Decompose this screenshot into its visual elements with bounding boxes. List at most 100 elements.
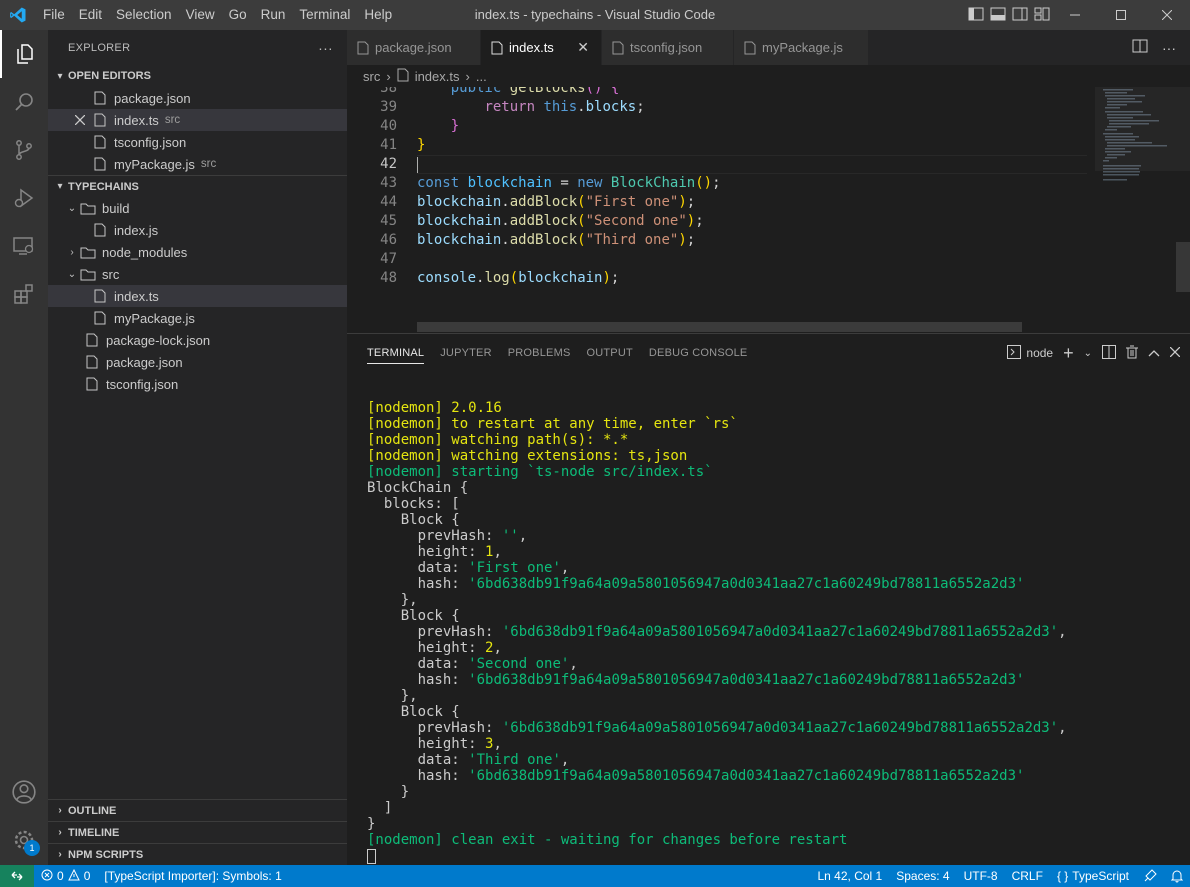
tab-package-json[interactable]: package.json bbox=[347, 30, 481, 65]
outline-section[interactable]: › OUTLINE bbox=[48, 799, 347, 821]
accounts-icon[interactable] bbox=[0, 768, 48, 816]
close-tab-icon[interactable]: ✕ bbox=[559, 39, 589, 56]
line-number: 38 bbox=[380, 87, 397, 96]
file-icon bbox=[491, 41, 503, 55]
menu-file[interactable]: File bbox=[36, 0, 72, 30]
open-editor-package-json[interactable]: package.json bbox=[48, 87, 347, 109]
menu-edit[interactable]: Edit bbox=[72, 0, 109, 30]
open-editor-label: index.ts bbox=[114, 112, 159, 128]
close-editor-icon[interactable] bbox=[72, 112, 88, 128]
indentation[interactable]: Spaces: 4 bbox=[889, 869, 956, 883]
menu-selection[interactable]: Selection bbox=[109, 0, 179, 30]
customize-layout-icon[interactable] bbox=[1034, 7, 1050, 24]
file-build-index-js[interactable]: index.js bbox=[48, 219, 347, 241]
kill-terminal-trash-icon[interactable] bbox=[1126, 345, 1138, 362]
vertical-scrollbar[interactable] bbox=[1176, 242, 1190, 292]
menu-bar: File Edit Selection View Go Run Terminal… bbox=[36, 0, 399, 30]
file-tsconfig[interactable]: tsconfig.json bbox=[48, 373, 347, 395]
menu-view[interactable]: View bbox=[179, 0, 222, 30]
open-editors-section[interactable]: ▾ OPEN EDITORS bbox=[48, 65, 347, 87]
end-of-line[interactable]: CRLF bbox=[1005, 869, 1050, 883]
terminal-icon bbox=[1007, 344, 1022, 362]
maximize-icon[interactable] bbox=[1098, 0, 1144, 30]
menu-terminal[interactable]: Terminal bbox=[292, 0, 357, 30]
minimap[interactable] bbox=[1095, 87, 1190, 333]
run-debug-icon[interactable] bbox=[0, 174, 48, 222]
folder-build[interactable]: ⌄ build bbox=[48, 197, 347, 219]
chevron-down-icon[interactable]: ⌄ bbox=[1084, 348, 1092, 359]
split-editor-icon[interactable] bbox=[1132, 39, 1148, 56]
terminal-line: [nodemon] 2.0.16 bbox=[367, 400, 502, 416]
code-line: return this.blocks; bbox=[484, 99, 645, 115]
typescript-importer-status[interactable]: [TypeScript Importer]: Symbols: 1 bbox=[97, 869, 288, 883]
code-editor[interactable]: 38 39 40 41 42 43 44 45 46 47 48 public … bbox=[347, 87, 1190, 333]
breadcrumb-more[interactable]: ... bbox=[476, 69, 487, 84]
file-package-lock[interactable]: package-lock.json bbox=[48, 329, 347, 351]
split-terminal-icon[interactable] bbox=[1102, 344, 1116, 362]
explorer-icon[interactable] bbox=[0, 30, 48, 78]
open-editor-tsconfig[interactable]: tsconfig.json bbox=[48, 131, 347, 153]
terminal-output[interactable]: [nodemon] 2.0.16 [nodemon] to restart at… bbox=[367, 400, 1067, 864]
minimize-icon[interactable] bbox=[1052, 0, 1098, 30]
breadcrumb-file[interactable]: index.ts bbox=[415, 69, 460, 84]
close-panel-icon[interactable] bbox=[1169, 346, 1181, 360]
tab-mypackage[interactable]: myPackage.js bbox=[734, 30, 869, 65]
file-src-mypackage[interactable]: myPackage.js bbox=[48, 307, 347, 329]
problems-status[interactable]: 0 0 bbox=[34, 868, 97, 884]
terminal-line: } bbox=[367, 816, 376, 832]
menu-help[interactable]: Help bbox=[357, 0, 399, 30]
terminal-line: [nodemon] to restart at any time, enter … bbox=[367, 416, 738, 432]
terminal-line: Block { bbox=[367, 512, 460, 528]
feedback-icon[interactable] bbox=[1136, 869, 1164, 883]
tab-output[interactable]: OUTPUT bbox=[586, 343, 632, 363]
open-editor-mypackage[interactable]: myPackage.js src bbox=[48, 153, 347, 175]
timeline-section[interactable]: › TIMELINE bbox=[48, 821, 347, 843]
tab-jupyter[interactable]: JUPYTER bbox=[440, 343, 492, 363]
tab-problems[interactable]: PROBLEMS bbox=[508, 343, 571, 363]
tab-debug-console[interactable]: DEBUG CONSOLE bbox=[649, 343, 748, 363]
terminal-shell-selector[interactable]: node bbox=[1007, 344, 1053, 362]
source-control-icon[interactable] bbox=[0, 126, 48, 174]
close-window-icon[interactable] bbox=[1144, 0, 1190, 30]
tab-index-ts[interactable]: index.ts ✕ bbox=[481, 30, 602, 65]
error-count: 0 bbox=[57, 869, 64, 883]
folder-node-modules[interactable]: › node_modules bbox=[48, 241, 347, 263]
code-line: const blockchain = new BlockChain(); bbox=[417, 175, 721, 191]
tab-tsconfig[interactable]: tsconfig.json bbox=[602, 30, 734, 65]
chevron-down-icon: ▾ bbox=[57, 181, 63, 192]
encoding[interactable]: UTF-8 bbox=[957, 869, 1005, 883]
menu-run[interactable]: Run bbox=[254, 0, 293, 30]
file-src-index-ts[interactable]: index.ts bbox=[48, 285, 347, 307]
new-terminal-icon[interactable]: + bbox=[1063, 344, 1074, 362]
more-actions-icon[interactable]: ··· bbox=[1162, 40, 1176, 56]
remote-indicator-icon[interactable] bbox=[0, 865, 34, 887]
warning-icon bbox=[67, 868, 80, 884]
warning-count: 0 bbox=[83, 869, 91, 883]
tab-terminal[interactable]: TERMINAL bbox=[367, 343, 425, 364]
manage-gear-icon[interactable]: 1 bbox=[0, 816, 48, 864]
terminal-line: } bbox=[367, 784, 410, 800]
cursor-position[interactable]: Ln 42, Col 1 bbox=[811, 869, 890, 883]
extensions-icon[interactable] bbox=[0, 270, 48, 318]
breadcrumb-folder[interactable]: src bbox=[363, 69, 380, 84]
file-package-json[interactable]: package.json bbox=[48, 351, 347, 373]
notifications-bell-icon[interactable] bbox=[1164, 869, 1190, 883]
terminal-line-hash: hash: '6bd638db91f9a64a09a5801056947a0d0… bbox=[367, 672, 1025, 688]
more-actions-icon[interactable]: ··· bbox=[318, 40, 333, 56]
toggle-panel-icon[interactable] bbox=[990, 7, 1006, 24]
file-icon bbox=[84, 354, 100, 370]
workspace-section[interactable]: ▾ TYPECHAINS bbox=[48, 175, 347, 197]
search-icon[interactable] bbox=[0, 78, 48, 126]
folder-src[interactable]: ⌄ src bbox=[48, 263, 347, 285]
maximize-panel-chevron-up-icon[interactable] bbox=[1148, 346, 1160, 360]
menu-go[interactable]: Go bbox=[222, 0, 254, 30]
npm-scripts-section[interactable]: › NPM SCRIPTS bbox=[48, 843, 347, 865]
horizontal-scrollbar[interactable] bbox=[417, 322, 1022, 332]
language-mode[interactable]: { } TypeScript bbox=[1050, 869, 1136, 883]
terminal-line: [nodemon] watching extensions: ts,json bbox=[367, 448, 688, 464]
toggle-secondary-sidebar-icon[interactable] bbox=[1012, 7, 1028, 24]
file-label: index.js bbox=[114, 222, 159, 238]
remote-explorer-icon[interactable] bbox=[0, 222, 48, 270]
open-editor-index-ts[interactable]: index.ts src bbox=[48, 109, 347, 131]
toggle-primary-sidebar-icon[interactable] bbox=[968, 7, 984, 24]
